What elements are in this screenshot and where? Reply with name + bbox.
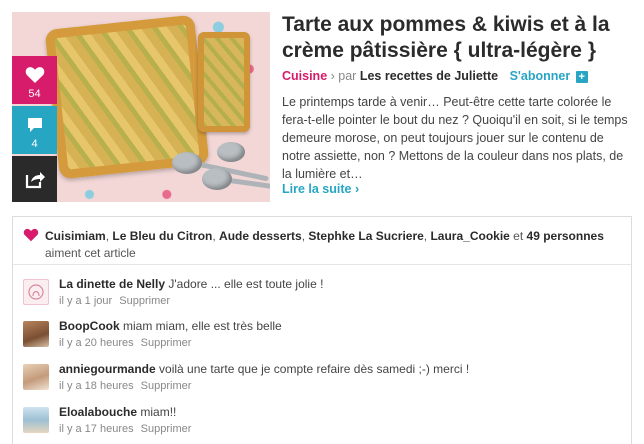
category-link[interactable]: Cuisine [282,69,327,83]
by-label: › par [330,69,357,83]
liker-link[interactable]: Stephke La Sucriere [308,229,423,243]
delete-link[interactable]: Supprimer [141,423,192,435]
avatar[interactable] [23,321,49,347]
tart-slice-image [198,32,250,132]
share-icon [25,172,45,189]
comment-line: anniegourmande voilà une tarte que je co… [59,362,469,376]
comment-line: La dinette de Nelly J'adore ... elle est… [59,277,323,291]
heart-icon [23,228,39,242]
avatar[interactable] [23,279,49,305]
post-meta: Cuisine › par Les recettes de Juliette S… [282,69,588,83]
comment-text: voilà une tarte que je compte refaire dè… [159,362,470,376]
heart-icon [25,67,44,83]
comment-author[interactable]: BoopCook [59,319,120,333]
comment-time: il y a 20 heures [59,337,134,349]
comment-item: Eloalabouche miam!! il y a 17 heures Sup… [13,403,631,443]
comment-time: il y a 18 heures [59,380,134,392]
delete-link[interactable]: Supprimer [141,337,192,349]
comment-text: J'adore ... elle est toute jolie ! [168,277,324,291]
comment-line: BoopCook miam miam, elle est très belle [59,319,282,333]
comment-count: 4 [31,138,38,150]
comment-button[interactable]: 4 [12,106,57,154]
comment-item: BoopCook miam miam, elle est très belle … [13,317,631,357]
like-button[interactable]: 54 [12,56,57,104]
post-card: 54 4 Tarte aux pommes & kiwis et à la cr… [12,12,638,202]
comment-item: anniegourmande voilà une tarte que je co… [13,360,631,400]
liker-link[interactable]: Le Bleu du Citron [112,229,212,243]
comment-line: Eloalabouche miam!! [59,405,176,419]
post-title[interactable]: Tarte aux pommes & kiwis et à la crème p… [282,12,632,64]
comment-author[interactable]: anniegourmande [59,362,156,376]
delete-link[interactable]: Supprimer [141,380,192,392]
post-excerpt: Le printemps tarde à venir… Peut-être ce… [282,95,628,181]
speech-bubble-icon [27,118,42,132]
likes-summary: Cuisimiam, Le Bleu du Citron, Aude desse… [13,217,631,265]
likes-suffix: aiment cet article [45,246,136,260]
comment-time: il y a 1 jour [59,295,113,307]
comment-author[interactable]: La dinette de Nelly [59,277,165,291]
spoon-image [172,152,202,174]
liker-link[interactable]: Aude desserts [219,229,302,243]
subscribe-link[interactable]: S'abonner [510,69,571,83]
avatar[interactable] [23,407,49,433]
and-label: et [509,229,527,243]
spoon-image [202,168,232,190]
comment-meta: il y a 18 heures Supprimer [59,380,191,392]
spoon-image [217,142,245,162]
plus-icon[interactable]: + [575,71,588,83]
author-link[interactable]: Les recettes de Juliette [360,69,498,83]
share-button[interactable] [12,156,57,202]
comment-meta: il y a 17 heures Supprimer [59,423,191,435]
comment-text: miam!! [140,405,177,419]
liker-link[interactable]: Laura_Cookie [430,229,509,243]
comment-time: il y a 17 heures [59,423,134,435]
comment-item: La dinette de Nelly J'adore ... elle est… [13,275,631,315]
delete-link[interactable]: Supprimer [119,295,170,307]
others-link[interactable]: 49 personnes [527,229,604,243]
comment-text: miam miam, elle est très belle [123,319,282,333]
dinette-logo-icon [28,284,44,300]
comment-author[interactable]: Eloalabouche [59,405,137,419]
read-more-link[interactable]: Lire la suite › [282,182,359,196]
comment-meta: il y a 20 heures Supprimer [59,337,191,349]
like-count: 54 [28,88,41,100]
comment-meta: il y a 1 jour Supprimer [59,295,170,307]
social-box: Cuisimiam, Le Bleu du Citron, Aude desse… [12,216,632,444]
liker-link[interactable]: Cuisimiam [45,229,106,243]
avatar[interactable] [23,364,49,390]
